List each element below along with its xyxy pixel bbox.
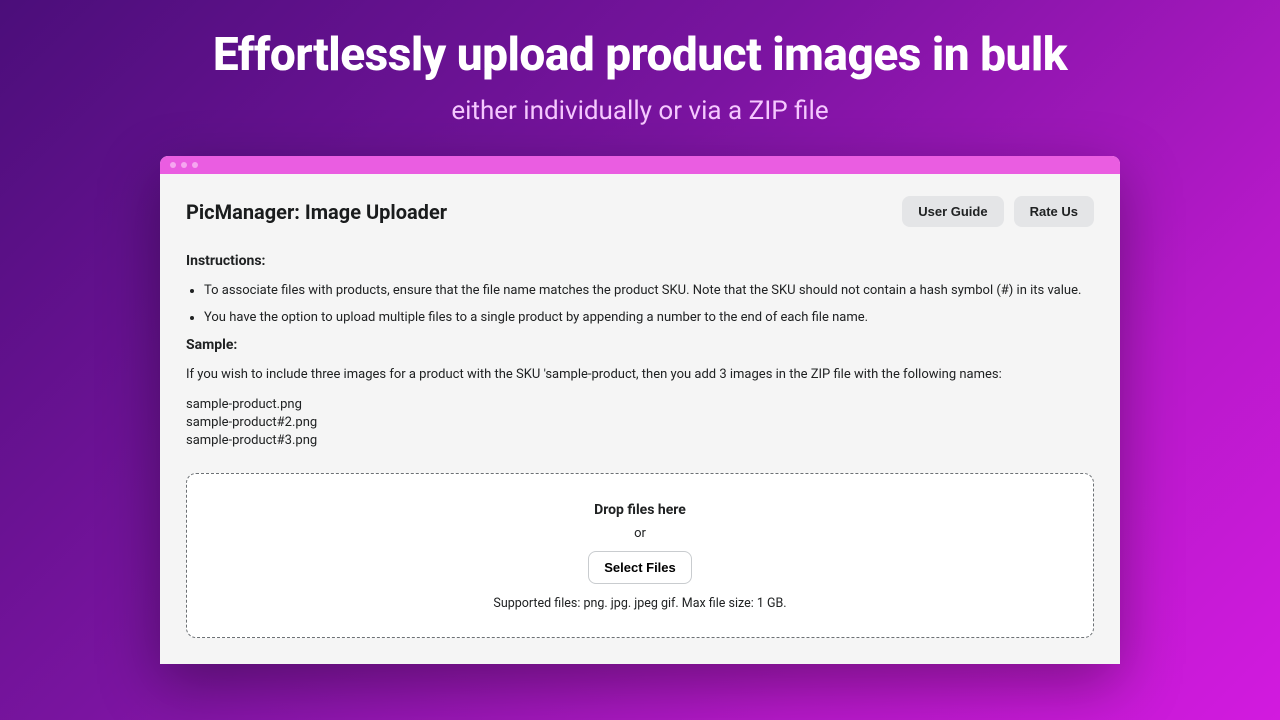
dropzone-supported-text: Supported files: png. jpg. jpeg gif. Max…: [207, 596, 1073, 611]
window-dot-icon: [170, 162, 176, 168]
window-dot-icon: [181, 162, 187, 168]
select-files-button[interactable]: Select Files: [588, 551, 692, 584]
sample-intro: If you wish to include three images for …: [186, 367, 1094, 382]
dropzone-title: Drop files here: [207, 502, 1073, 518]
app-window: PicManager: Image Uploader User Guide Ra…: [160, 156, 1120, 664]
instructions-heading: Instructions:: [186, 253, 1094, 269]
sample-heading: Sample:: [186, 337, 1094, 353]
header-row: PicManager: Image Uploader User Guide Ra…: [186, 196, 1094, 227]
header-buttons: User Guide Rate Us: [902, 196, 1094, 227]
instructions-item: You have the option to upload multiple f…: [204, 310, 1094, 325]
instructions-item: To associate files with products, ensure…: [204, 283, 1094, 298]
instructions-list: To associate files with products, ensure…: [186, 283, 1094, 325]
user-guide-button[interactable]: User Guide: [902, 196, 1003, 227]
window-titlebar: [160, 156, 1120, 174]
app-content: PicManager: Image Uploader User Guide Ra…: [160, 174, 1120, 664]
window-dot-icon: [192, 162, 198, 168]
hero: Effortlessly upload product images in bu…: [213, 28, 1067, 126]
dropzone-or: or: [207, 526, 1073, 541]
hero-title: Effortlessly upload product images in bu…: [213, 28, 1067, 82]
page-background: Effortlessly upload product images in bu…: [0, 0, 1280, 720]
dropzone[interactable]: Drop files here or Select Files Supporte…: [186, 473, 1094, 638]
rate-us-button[interactable]: Rate Us: [1014, 196, 1094, 227]
hero-subtitle: either individually or via a ZIP file: [213, 96, 1067, 126]
app-title: PicManager: Image Uploader: [186, 200, 447, 224]
sample-file-list: sample-product.png sample-product#2.png …: [186, 396, 1094, 451]
